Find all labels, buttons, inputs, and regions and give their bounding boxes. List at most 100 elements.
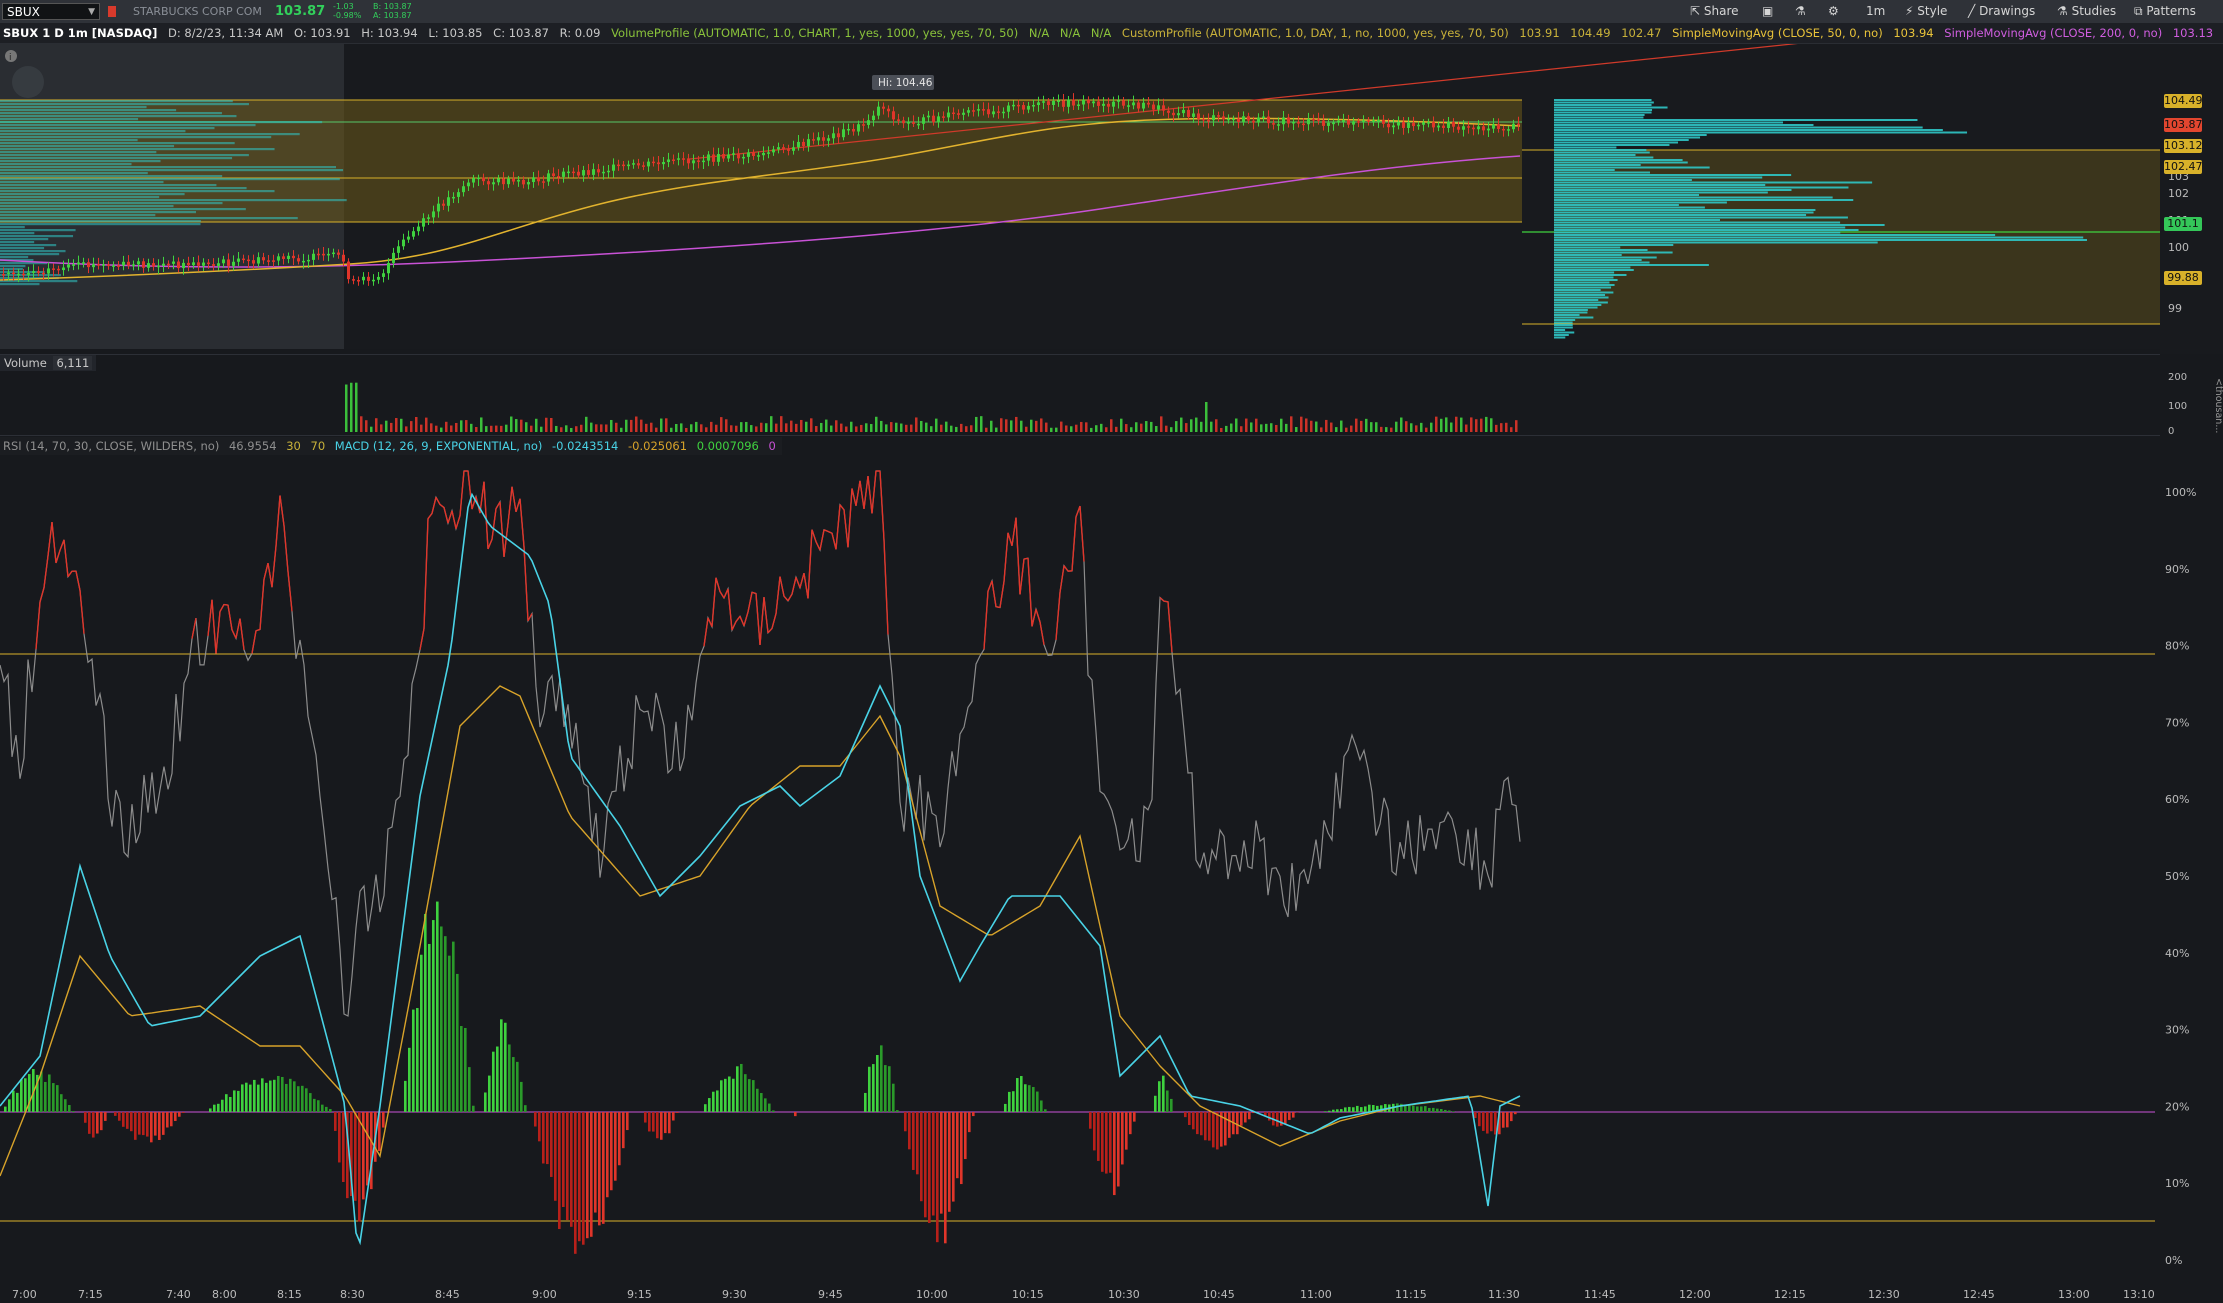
rsi-overbought-segment — [456, 516, 460, 529]
volume-bar — [1045, 423, 1048, 432]
candle-body — [272, 260, 275, 262]
macd-bar — [468, 1067, 471, 1112]
macd-bar — [752, 1080, 755, 1112]
rsi-overbought-segment — [732, 622, 736, 631]
macd-bar — [265, 1083, 268, 1112]
macd-bar — [740, 1064, 743, 1112]
macd-bar — [594, 1112, 597, 1213]
volume-bar — [730, 425, 733, 432]
volume-bar — [855, 426, 858, 432]
grid-button[interactable]: ▣ — [1762, 3, 1773, 20]
volume-bar — [615, 423, 618, 432]
volume-bar — [1470, 417, 1473, 432]
volume-bar — [360, 416, 363, 432]
rsi-overbought-segment — [528, 614, 532, 621]
candle-body — [322, 254, 325, 256]
sma200-label[interactable]: SimpleMovingAvg (CLOSE, 200, 0, no) — [1944, 26, 2162, 40]
macd-bar — [648, 1112, 651, 1131]
candle-body — [107, 264, 110, 266]
candle-body — [1052, 101, 1055, 105]
style-button[interactable]: ⚡ Style — [1905, 3, 1947, 20]
macd-bar — [104, 1112, 107, 1121]
candle-body — [602, 172, 605, 174]
volume-bar — [460, 420, 463, 432]
candle-body — [642, 165, 645, 167]
profile-bar — [1554, 169, 1615, 171]
macd-bar — [756, 1089, 759, 1112]
custom-profile-label[interactable]: CustomProfile (AUTOMATIC, 1.0, DAY, 1, n… — [1122, 26, 1509, 40]
studies-button[interactable]: ⚗ Studies — [2057, 3, 2116, 20]
lower-study-info: RSI (14, 70, 30, CLOSE, WILDERS, no) 46.… — [0, 437, 782, 455]
candle-body — [762, 153, 765, 155]
candle-body — [472, 178, 475, 182]
rsi-label[interactable]: RSI (14, 70, 30, CLOSE, WILDERS, no) — [3, 439, 219, 453]
patterns-button[interactable]: ⧉ Patterns — [2134, 3, 2196, 20]
volume-bar — [580, 425, 583, 432]
profile-bar — [1554, 267, 1630, 269]
volume-bar — [350, 383, 353, 432]
candle-body — [742, 157, 745, 159]
profile-bar — [0, 100, 233, 102]
time-axis[interactable]: 7:007:157:408:008:158:308:459:009:159:30… — [0, 1288, 2223, 1303]
macd-bar — [1192, 1112, 1195, 1129]
macd-bar — [460, 1026, 463, 1112]
profile-bar — [0, 199, 347, 201]
candle-body — [502, 178, 505, 184]
chevron-down-icon[interactable]: ▼ — [88, 4, 95, 21]
candle-body — [92, 264, 95, 267]
pct-change: -0.98% — [333, 11, 361, 20]
flask-button[interactable]: ⚗ — [1795, 3, 1806, 20]
volume-bar — [1390, 428, 1393, 432]
timeframe-button[interactable]: 1m — [1866, 3, 1885, 20]
settings-button[interactable]: ⚙ — [1828, 3, 1839, 20]
rsi-overbought-segment — [80, 590, 84, 633]
macd-bar — [602, 1112, 605, 1224]
candle-body — [1102, 104, 1105, 106]
volume-bar — [1460, 418, 1463, 432]
macd-bar — [582, 1112, 585, 1245]
macd-bar — [317, 1100, 320, 1112]
volume-bar — [1030, 420, 1033, 432]
volume-bar — [485, 426, 488, 432]
volume-bar — [1385, 427, 1388, 432]
profile-bar — [0, 124, 256, 126]
volume-bar — [1305, 418, 1308, 432]
alert-icon[interactable] — [108, 6, 116, 17]
macd-bar — [354, 1112, 357, 1201]
time-tick: 13:10 — [2123, 1288, 2155, 1301]
price-chart[interactable]: Hi: 104.46 i — [0, 44, 2223, 354]
time-tick: 11:45 — [1584, 1288, 1616, 1301]
sma50-label[interactable]: SimpleMovingAvg (CLOSE, 50, 0, no) — [1672, 26, 1883, 40]
macd-bar — [221, 1100, 224, 1112]
volume-bar — [620, 428, 623, 432]
volume-bar — [1160, 416, 1163, 432]
macd-bar — [416, 1008, 419, 1112]
candle-body — [1422, 122, 1425, 124]
candle-body — [1362, 120, 1365, 122]
volume-bar — [535, 419, 538, 432]
volume-profile-label[interactable]: VolumeProfile (AUTOMATIC, 1.0, CHART, 1,… — [611, 26, 1018, 40]
share-button[interactable]: ⇱ Share — [1690, 3, 1739, 20]
volume-bar — [850, 422, 853, 432]
volume-chart[interactable]: 200 100 0 <thousan... — [0, 372, 2223, 434]
volume-bar — [790, 421, 793, 432]
volume-bar — [1285, 424, 1288, 432]
drawings-button[interactable]: ╱ Drawings — [1968, 3, 2035, 20]
macd-bar — [281, 1077, 284, 1112]
volume-bar — [945, 422, 948, 432]
profile-bar — [1554, 207, 1705, 209]
candle-body — [817, 137, 820, 140]
price-axis[interactable]: 10510410310210110099104.49103.87103.1210… — [2160, 44, 2223, 354]
profile-bar — [1554, 99, 1652, 101]
profile-bar — [1554, 327, 1573, 329]
macd-bar — [664, 1112, 667, 1133]
symbol-input[interactable]: SBUX ▼ — [2, 3, 100, 20]
oscillator-chart[interactable]: 100%90%80%70%60%50%40%30%20%10%0% — [0, 456, 2223, 1288]
macd-label[interactable]: MACD (12, 26, 9, EXPONENTIAL, no) — [335, 439, 543, 453]
rsi-overbought-segment — [64, 540, 68, 577]
candle-body — [877, 107, 880, 116]
candle-body — [822, 137, 825, 141]
candle-body — [457, 192, 460, 197]
candle-body — [582, 170, 585, 175]
candle-body — [1262, 117, 1265, 119]
